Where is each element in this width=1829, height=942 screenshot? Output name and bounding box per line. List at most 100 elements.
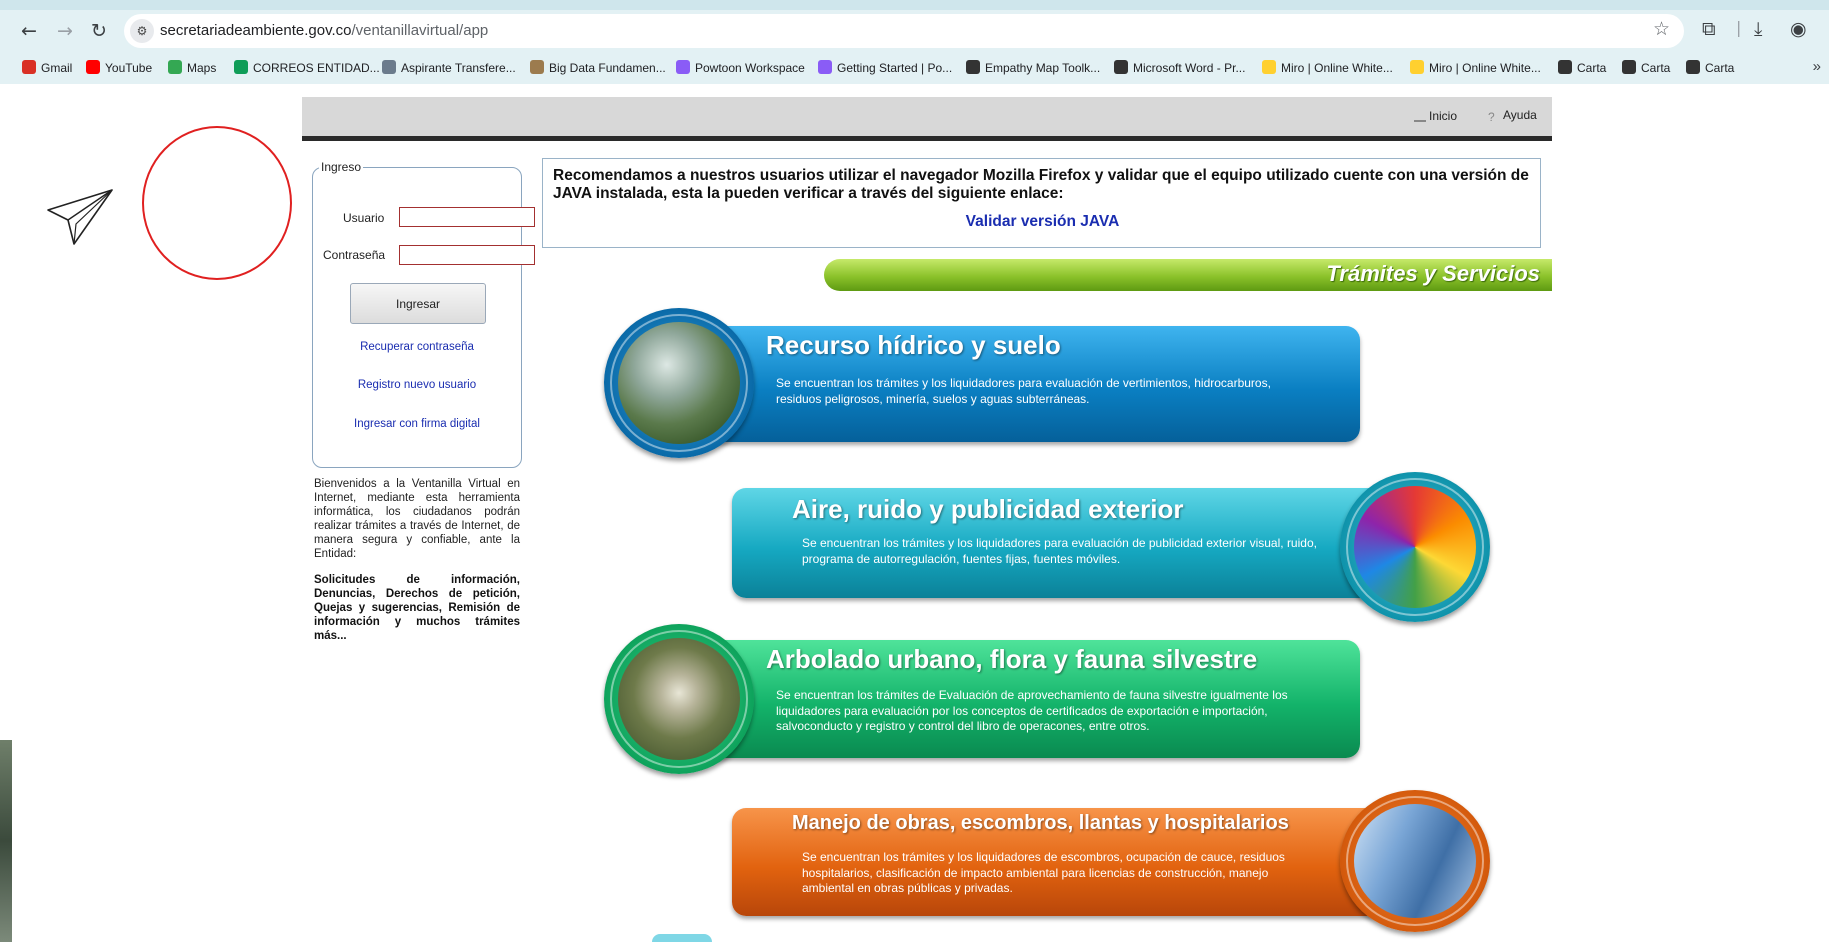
bookmark-label: Carta [1705,61,1735,75]
bookmark-aspirante[interactable]: Aspirante Transfere... [382,60,516,75]
bookmark-label: YouTube [105,61,153,75]
card-description: Se encuentran los trámites y los liquida… [802,536,1317,566]
inicio-link[interactable]: Inicio [1414,108,1457,123]
site-info-icon[interactable]: ⚙ [130,19,154,43]
validate-java-link[interactable]: Validar versión JAVA [543,213,1542,231]
tramites-banner: Trámites y Servicios [824,259,1552,291]
bookmark-maps[interactable]: Maps [168,60,216,75]
url-host: secretariadeambiente.gov.co [160,22,352,39]
bookmark-label: Aspirante Transfere... [401,61,516,75]
bookmark-label: Miro | Online White... [1281,61,1393,75]
card-title: Aire, ruido y publicidad exterior [792,494,1184,524]
paper-plane-icon [47,189,113,245]
tramite-card-arbolado[interactable]: Arbolado urbano, flora y fauna silvestre… [690,640,1360,758]
usuario-input[interactable] [399,207,535,227]
tramites-title: Trámites y Servicios [1326,261,1540,286]
bookmark-bigdata[interactable]: Big Data Fundamen... [530,60,666,75]
login-legend: Ingreso [321,160,362,174]
url-path: /ventanillavirtual/app [351,22,489,39]
card-description: Se encuentran los trámites y los liquida… [776,376,1271,406]
background-photo-edge [0,740,12,942]
globe-icon [1114,60,1128,74]
pinwheel-photo-circle[interactable] [1340,472,1490,622]
bookmark-gmail[interactable]: Gmail [22,60,72,75]
card-description: Se encuentran los trámites de Evaluación… [776,688,1288,733]
help-icon: ? [1488,110,1495,124]
url-text[interactable]: secretariadeambiente.gov.co/ventanillavi… [160,22,488,39]
bookmark-label: Miro | Online White... [1429,61,1541,75]
bookmark-powtoon[interactable]: Powtoon Workspace [676,60,805,75]
globe-icon [1622,60,1636,74]
water-stream-image [618,322,740,444]
bookmark-miro-1[interactable]: Miro | Online White... [1262,60,1393,75]
address-bar[interactable]: ⚙ secretariadeambiente.gov.co/ventanilla… [124,14,1684,48]
register-user-link[interactable]: Registro nuevo usuario [312,379,522,391]
reload-icon[interactable]: ↻ [86,18,112,44]
header-divider [302,136,1552,141]
bookmark-label: Microsoft Word - Pr... [1133,61,1246,75]
browser-tab-strip [0,0,1829,10]
bigdata-icon [530,60,544,74]
recover-password-link[interactable]: Recuperar contraseña [312,341,522,353]
contrasena-input[interactable] [399,245,535,265]
card-title: Arbolado urbano, flora y fauna silvestre [766,644,1258,674]
extensions-icon[interactable]: ⧉ [1702,18,1716,40]
youtube-icon [86,60,100,74]
ayuda-link[interactable]: ? Ayuda [1488,108,1537,124]
aspirante-icon [382,60,396,74]
digital-signature-link[interactable]: Ingresar con firma digital [312,418,522,430]
bird-photo-circle[interactable] [604,624,754,774]
building-image [1354,804,1476,918]
annotation-red-circle [142,126,292,280]
bookmark-carta-2[interactable]: Carta [1622,60,1670,75]
bookmark-carta-1[interactable]: Carta [1558,60,1606,75]
miro-icon [1262,60,1276,74]
empathy-icon [966,60,980,74]
bookmark-getting-started[interactable]: Getting Started | Po... [818,60,952,75]
bookmark-miro-2[interactable]: Miro | Online White... [1410,60,1541,75]
bookmarks-more-icon[interactable]: » [1813,58,1821,75]
card-description: Se encuentran los trámites y los liquida… [802,850,1285,895]
bookmark-label: Powtoon Workspace [695,61,805,75]
bookmark-youtube[interactable]: YouTube [86,60,152,75]
browser-toolbar: ← → ↻ ⚙ secretariadeambiente.gov.co/vent… [0,0,1829,60]
services-text: Solicitudes de información, Denuncias, D… [314,574,520,642]
powtoon-icon [676,60,690,74]
bookmark-empathy-map[interactable]: Empathy Map Toolk... [966,60,1100,75]
toolbar-divider: | [1736,18,1742,37]
bookmark-star-icon[interactable]: ☆ [1653,18,1670,40]
download-icon[interactable]: ⤓ [1754,18,1762,40]
bookmark-label: Gmail [41,61,73,75]
card-title: Recurso hídrico y suelo [766,330,1061,360]
bookmark-label: CORREOS ENTIDAD... [253,61,380,75]
bookmark-label: Getting Started | Po... [837,61,953,75]
profile-icon[interactable]: ◉ [1790,18,1807,40]
notice-text: Recomendamos a nuestros usuarios utiliza… [553,167,1529,202]
bookmark-label: Big Data Fundamen... [549,61,666,75]
site-header [302,97,1552,137]
back-icon[interactable]: ← [16,18,42,44]
card-title: Manejo de obras, escombros, llantas y ho… [792,812,1289,834]
tramite-card-aire-ruido[interactable]: Aire, ruido y publicidad exterior Se enc… [732,488,1422,598]
gmail-icon [22,60,36,74]
tramite-card-recurso-hidrico[interactable]: Recurso hídrico y suelo Se encuentran lo… [690,326,1360,442]
ingresar-button[interactable]: Ingresar [350,283,486,324]
globe-icon [1558,60,1572,74]
next-card-peek [652,934,712,942]
building-photo-circle[interactable] [1340,790,1490,932]
bookmark-label: Carta [1641,61,1671,75]
tramite-card-manejo-obras[interactable]: Manejo de obras, escombros, llantas y ho… [732,808,1422,916]
bookmark-label: Maps [187,61,217,75]
forward-icon[interactable]: → [52,18,78,44]
usuario-label: Usuario [343,211,385,225]
inicio-label: Inicio [1429,109,1458,123]
home-icon [1414,108,1426,122]
bookmark-correos[interactable]: CORREOS ENTIDAD... [234,60,380,75]
pinwheel-image [1354,486,1476,608]
bookmarks-bar: Gmail YouTube Maps CORREOS ENTIDAD... As… [0,52,1829,84]
water-photo-circle[interactable] [604,308,754,458]
globe-icon [1686,60,1700,74]
bookmark-carta-3[interactable]: Carta [1686,60,1734,75]
browser-notice: Recomendamos a nuestros usuarios utiliza… [542,158,1541,248]
bookmark-word[interactable]: Microsoft Word - Pr... [1114,60,1245,75]
